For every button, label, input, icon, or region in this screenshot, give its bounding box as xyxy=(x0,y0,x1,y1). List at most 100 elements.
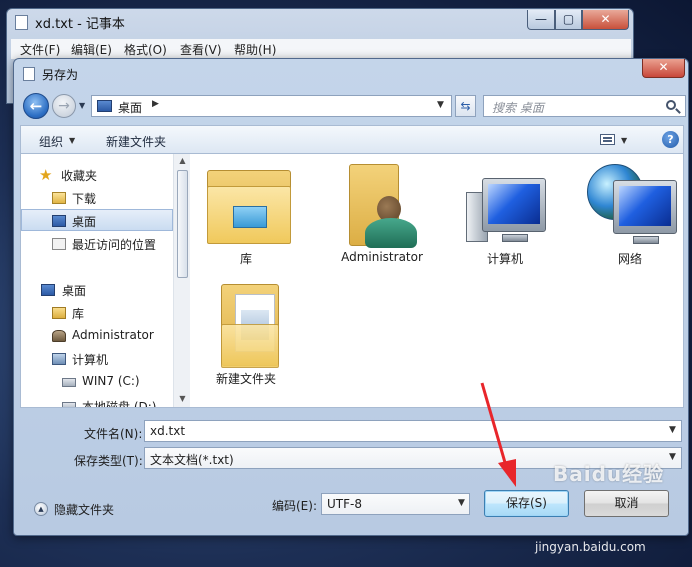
arrow-left-icon: ← xyxy=(29,97,43,115)
nav-item-label: 桌面 xyxy=(72,215,97,229)
notepad-menubar: 文件(F) 编辑(E) 格式(O) 查看(V) 帮助(H) xyxy=(11,39,631,59)
help-icon[interactable]: ? xyxy=(662,131,679,148)
address-dropdown-icon[interactable]: ▼ xyxy=(437,100,444,110)
search-placeholder: 搜索 桌面 xyxy=(492,101,544,115)
file-item-computer[interactable]: 计算机 xyxy=(450,156,560,268)
organize-button[interactable]: 组织 xyxy=(39,133,63,150)
nav-item-libraries[interactable]: 库 xyxy=(21,302,173,324)
folder-icon xyxy=(217,280,287,372)
nav-item-desktop-selected[interactable]: 桌面 xyxy=(21,209,173,231)
organize-caret-icon[interactable]: ▼ xyxy=(69,136,75,145)
address-location[interactable]: 桌面 xyxy=(118,99,142,116)
scroll-down-icon[interactable]: ▼ xyxy=(176,394,189,403)
search-icon[interactable] xyxy=(666,100,676,110)
file-type-label: 保存类型(T): xyxy=(74,454,143,468)
recent-places-icon xyxy=(52,238,66,250)
drive-icon xyxy=(62,378,76,387)
nav-item-administrator[interactable]: Administrator xyxy=(21,325,173,347)
nav-item-label: 桌面 xyxy=(62,284,87,298)
collapse-chevron-icon[interactable]: ▲ xyxy=(34,502,48,516)
hide-folders-toggle[interactable]: 隐藏文件夹 xyxy=(54,501,114,518)
computer-icon xyxy=(462,176,552,248)
cancel-button[interactable]: 取消 xyxy=(584,490,669,517)
file-label: 网络 xyxy=(617,252,642,266)
user-folder-icon xyxy=(52,330,66,342)
nav-item-label: Administrator xyxy=(72,328,154,342)
recent-pages-dropdown[interactable]: ▼ xyxy=(79,101,85,110)
file-label: 库 xyxy=(239,252,252,266)
star-icon: ★ xyxy=(39,166,53,184)
search-input[interactable]: 搜索 桌面 xyxy=(483,95,686,117)
menu-view[interactable]: 查看(V) xyxy=(180,41,222,58)
nav-item-recent-places[interactable]: 最近访问的位置 xyxy=(21,233,173,255)
scrollbar-thumb[interactable] xyxy=(177,170,188,278)
nav-pane-scrollbar[interactable]: ▲ ▼ xyxy=(173,154,190,407)
user-folder-icon xyxy=(347,160,421,250)
nav-item-label: 计算机 xyxy=(72,353,109,367)
nav-item-favorites[interactable]: ★ 收藏夹 xyxy=(21,164,173,186)
nav-item-label: 最近访问的位置 xyxy=(72,238,157,252)
menu-file[interactable]: 文件(F) xyxy=(20,41,60,58)
back-button[interactable]: ← xyxy=(23,93,49,119)
nav-item-label: 本地磁盘 (D:) xyxy=(82,400,157,407)
filename-dropdown-icon[interactable]: ▼ xyxy=(669,425,676,435)
dialog-title: 另存为 xyxy=(42,68,79,82)
breadcrumb-chevron-icon[interactable]: ▶ xyxy=(152,99,159,109)
nav-item-label: 下载 xyxy=(72,192,97,206)
file-item-new-folder[interactable]: 新建文件夹 xyxy=(191,276,301,388)
encoding-select[interactable]: UTF-8 ▼ xyxy=(321,493,470,515)
nav-item-computer[interactable]: 计算机 xyxy=(21,348,173,370)
file-item-network[interactable]: 网络 xyxy=(575,156,685,268)
file-item-administrator[interactable]: Administrator xyxy=(327,156,437,268)
notepad-icon xyxy=(15,15,28,30)
libraries-folder-icon xyxy=(207,164,293,252)
view-options-caret-icon[interactable]: ▼ xyxy=(621,136,627,145)
menu-format[interactable]: 格式(O) xyxy=(124,41,167,58)
new-folder-button[interactable]: 新建文件夹 xyxy=(106,133,166,150)
notepad-title: xd.txt - 记事本 xyxy=(35,17,125,32)
filename-input[interactable]: xd.txt ▼ xyxy=(144,420,682,442)
desktop-icon xyxy=(97,100,112,112)
desktop-icon xyxy=(52,215,66,227)
file-list: 库 Administrator 计算机 网络 新建文件夹 xyxy=(191,154,683,407)
file-label: 新建文件夹 xyxy=(215,372,276,386)
download-folder-icon xyxy=(52,192,66,204)
nav-item-label: WIN7 (C:) xyxy=(82,374,140,388)
dialog-icon xyxy=(23,67,35,81)
content-area: ★ 收藏夹 下载 桌面 最近访问的位置 桌面 库 Administrator 计… xyxy=(20,153,684,408)
file-type-dropdown-icon[interactable]: ▼ xyxy=(669,452,676,462)
dialog-close-button[interactable]: ✕ xyxy=(642,59,685,78)
nav-item-label: 库 xyxy=(72,307,85,321)
encoding-value[interactable]: UTF-8 xyxy=(327,497,362,511)
menu-edit[interactable]: 编辑(E) xyxy=(71,41,112,58)
filename-label: 文件名(N): xyxy=(84,427,143,441)
menu-help[interactable]: 帮助(H) xyxy=(234,41,276,58)
maximize-button[interactable]: ▢ xyxy=(555,10,582,30)
address-bar[interactable]: 桌面 ▶ ▼ xyxy=(91,95,452,117)
nav-item-desktop-root[interactable]: 桌面 xyxy=(21,279,173,301)
computer-icon xyxy=(52,353,66,365)
file-label: 计算机 xyxy=(486,252,523,266)
encoding-label: 编码(E): xyxy=(272,499,317,513)
scroll-up-icon[interactable]: ▲ xyxy=(176,156,189,165)
close-button[interactable]: ✕ xyxy=(582,10,629,30)
change-view-icon[interactable] xyxy=(600,134,615,145)
filename-value[interactable]: xd.txt xyxy=(150,424,185,438)
file-item-libraries[interactable]: 库 xyxy=(191,156,301,268)
watermark-url: jingyan.baidu.com xyxy=(535,540,646,554)
annotation-arrow-icon xyxy=(480,382,516,487)
nav-item-downloads[interactable]: 下载 xyxy=(21,187,173,209)
libraries-icon xyxy=(52,307,66,319)
arrow-right-icon: → xyxy=(58,98,70,114)
nav-item-drive-d[interactable]: 本地磁盘 (D:) xyxy=(21,395,173,407)
forward-button[interactable]: → xyxy=(52,94,76,118)
file-type-value[interactable]: 文本文档(*.txt) xyxy=(150,451,234,468)
encoding-dropdown-icon[interactable]: ▼ xyxy=(458,498,465,508)
desktop-icon xyxy=(41,284,55,296)
network-icon xyxy=(587,162,679,250)
navigation-pane: ★ 收藏夹 下载 桌面 最近访问的位置 桌面 库 Administrator 计… xyxy=(21,154,173,407)
drive-icon xyxy=(62,402,76,407)
refresh-button[interactable]: ⇆ xyxy=(455,95,476,117)
minimize-button[interactable]: — xyxy=(527,10,555,30)
nav-item-drive-c[interactable]: WIN7 (C:) xyxy=(21,371,173,393)
